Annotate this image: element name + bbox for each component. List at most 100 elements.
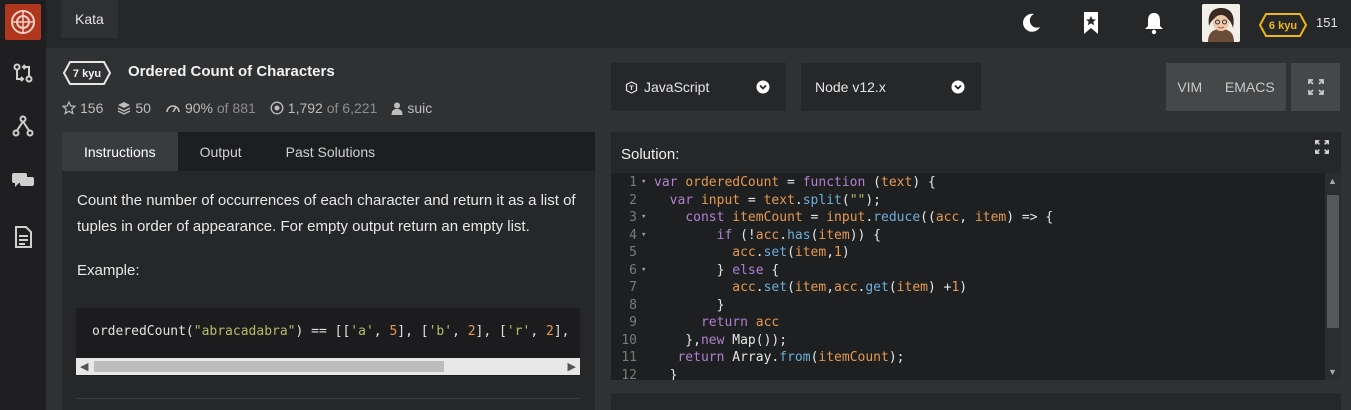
code-line[interactable]: 2 var input = text.split(""); — [611, 193, 1323, 211]
chevron-down-icon — [756, 80, 770, 94]
layers-icon — [118, 102, 131, 115]
vertical-scrollbar[interactable]: ▲ ▼ — [1325, 173, 1341, 380]
example-code: orderedCount("abracadabra") == [['a', 5]… — [92, 324, 580, 339]
fold-toggle-icon[interactable]: ▾ — [641, 265, 646, 275]
runtime-select[interactable]: Node v12.x — [801, 63, 981, 111]
line-number: 9 — [629, 315, 637, 330]
code-line[interactable]: 7 acc.set(item,acc.get(item) +1) — [611, 280, 1323, 298]
fullscreen-button[interactable] — [1291, 63, 1340, 111]
user-icon — [391, 102, 403, 115]
collections-count: 50 — [135, 100, 151, 116]
code-text: } — [654, 297, 725, 313]
horizontal-scrollbar[interactable]: ◀ ▶ — [76, 358, 580, 375]
kata-rank-badge: 7 kyu — [62, 60, 112, 91]
user-rank-badge[interactable]: 6 kyu — [1258, 12, 1308, 43]
example-heading: Example: — [77, 262, 140, 279]
code-text: return acc — [700, 315, 780, 330]
stars-count: 156 — [80, 100, 104, 116]
keybinding-mode-group: VIM EMACS — [1166, 63, 1286, 111]
scroll-left-icon[interactable]: ◀ — [80, 360, 88, 373]
code-text: var input = text.split(""); — [669, 192, 882, 208]
line-number: 7 — [629, 280, 637, 295]
divider — [76, 398, 580, 399]
line-number: 1 — [629, 175, 637, 190]
language-icon — [625, 80, 638, 94]
scrollbar-thumb[interactable] — [1327, 195, 1339, 328]
scrollbar-thumb[interactable] — [94, 361, 444, 372]
panel-tabs: Instructions Output Past Solutions — [62, 132, 595, 171]
code-line[interactable]: 9 return acc — [611, 315, 1323, 333]
code-text: return Array.from(itemCount); — [677, 350, 905, 365]
codewars-logo-icon[interactable] — [5, 4, 41, 40]
code-line[interactable]: 8 } — [611, 298, 1323, 316]
line-number: 2 — [629, 192, 637, 208]
code-line[interactable]: 5 acc.set(item,1) — [611, 245, 1323, 263]
avatar[interactable] — [1202, 4, 1240, 42]
completed-value: 1,792 — [287, 100, 323, 116]
code-line[interactable]: 11 return Array.from(itemCount); — [611, 350, 1323, 368]
scroll-up-icon[interactable]: ▲ — [1328, 176, 1337, 186]
honor-count: 151 — [1316, 15, 1338, 30]
expand-solution-button[interactable] — [1315, 140, 1329, 159]
tab-past-solutions[interactable]: Past Solutions — [264, 132, 398, 171]
instructions-panel: Instructions Output Past Solutions Count… — [62, 132, 595, 410]
code-line[interactable]: 1 ▾ var orderedCount = function (text) { — [611, 175, 1323, 193]
completed-total: of 6,221 — [326, 100, 378, 116]
code-text: var orderedCount = function (text) { — [654, 175, 936, 190]
bookmark-star-icon[interactable] — [1078, 10, 1104, 36]
code-line[interactable]: 10 },new Map()); — [611, 333, 1323, 351]
kata-rank-label: 7 kyu — [73, 68, 101, 80]
collections-stat[interactable]: 50 — [117, 100, 151, 116]
stars-stat[interactable]: 156 — [62, 100, 103, 116]
code-text: acc.set(item,acc.get(item) +1) — [732, 280, 968, 295]
fork-icon[interactable] — [5, 108, 41, 144]
line-number: 12 — [621, 367, 637, 381]
satisfaction-total: of 881 — [216, 100, 256, 116]
fold-toggle-icon[interactable]: ▾ — [641, 230, 646, 240]
code-editor[interactable]: 1 ▾ var orderedCount = function (text) { 2 … — [611, 173, 1341, 380]
code-line[interactable]: 4 ▾ if (!acc.has(item)) { — [611, 228, 1323, 246]
solution-panel: Solution: 1 ▾ var orderedCount = function … — [611, 132, 1341, 380]
code-line[interactable]: 6 ▾ } else { — [611, 263, 1323, 281]
bell-icon[interactable] — [1141, 10, 1167, 36]
author-name: suic — [407, 100, 433, 116]
tab-output[interactable]: Output — [178, 132, 264, 171]
line-number: 5 — [629, 245, 637, 260]
solution-title: Solution: — [621, 146, 680, 163]
chevron-down-icon — [951, 80, 965, 94]
line-number: 11 — [621, 350, 637, 365]
left-sidebar — [0, 0, 46, 410]
top-bar: Kata 6 kyu 151 — [46, 0, 1351, 48]
git-compare-icon[interactable] — [5, 55, 41, 91]
kata-title: Ordered Count of Characters — [128, 63, 335, 80]
line-number: 6 — [629, 262, 637, 278]
expand-icon — [1307, 79, 1324, 95]
satisfaction-stat: 90% of 881 — [165, 100, 256, 116]
emacs-mode-button[interactable]: EMACS — [1225, 79, 1275, 95]
chat-icon[interactable] — [5, 162, 41, 198]
fold-toggle-icon[interactable]: ▾ — [641, 212, 646, 222]
breadcrumb[interactable]: Kata — [61, 0, 118, 38]
sample-tests-panel — [611, 393, 1341, 410]
scroll-right-icon[interactable]: ▶ — [568, 360, 576, 373]
code-text: } else { — [654, 262, 780, 278]
star-icon — [62, 101, 76, 115]
tab-instructions[interactable]: Instructions — [62, 132, 178, 171]
vim-mode-button[interactable]: VIM — [1177, 79, 1202, 95]
moon-icon[interactable] — [1018, 10, 1044, 36]
instructions-text: Count the number of occurrences of each … — [77, 192, 576, 235]
code-text: },new Map()); — [654, 332, 788, 348]
line-number: 3 — [629, 210, 637, 225]
code-text: acc.set(item,1) — [732, 245, 850, 260]
language-value: JavaScript — [644, 79, 710, 95]
scroll-down-icon[interactable]: ▼ — [1328, 367, 1337, 377]
code-line[interactable]: 3 ▾ const itemCount = input.reduce((acc, … — [611, 210, 1323, 228]
language-select[interactable]: JavaScript — [611, 63, 786, 111]
fold-toggle-icon[interactable]: ▾ — [641, 177, 646, 187]
document-icon[interactable] — [5, 219, 41, 255]
code-line[interactable]: 12 } — [611, 368, 1323, 381]
target-icon — [270, 101, 284, 115]
user-rank-label: 6 kyu — [1269, 20, 1297, 32]
author-stat[interactable]: suic — [391, 100, 432, 116]
code-text: const itemCount = input.reduce((acc, ite… — [685, 210, 1054, 225]
